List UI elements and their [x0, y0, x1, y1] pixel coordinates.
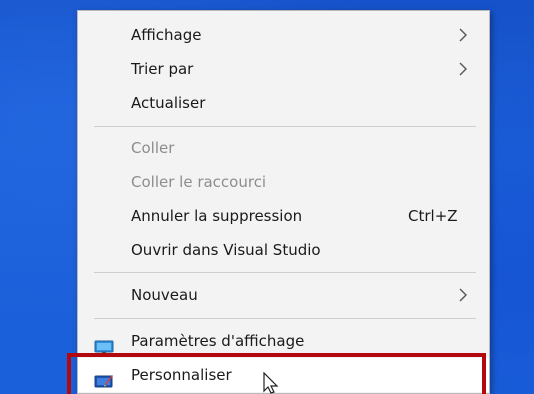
menu-item-label: Actualiser — [131, 94, 206, 112]
menu-item-trier-par[interactable]: Trier par — [78, 52, 489, 86]
menu-item-label: Affichage — [131, 26, 202, 44]
menu-item-label: Ouvrir dans Visual Studio — [131, 241, 321, 259]
chevron-right-icon — [458, 52, 472, 86]
mouse-cursor-icon — [262, 371, 284, 394]
menu-item-nouveau[interactable]: Nouveau — [78, 278, 489, 312]
menu-item-ouvrir-visual-studio[interactable]: Ouvrir dans Visual Studio — [78, 233, 489, 267]
context-menu: Affichage Trier par Actualiser Coller Co… — [77, 10, 490, 394]
menu-item-annuler-suppression[interactable]: Annuler la suppression Ctrl+Z — [78, 199, 489, 233]
menu-item-coller-raccourci[interactable]: Coller le raccourci — [78, 165, 489, 199]
display-settings-icon — [94, 333, 114, 354]
menu-item-coller[interactable]: Coller — [78, 131, 489, 165]
menu-separator — [94, 318, 476, 319]
chevron-right-icon — [458, 278, 472, 312]
menu-item-label: Coller le raccourci — [131, 173, 267, 191]
menu-item-label: Trier par — [131, 60, 194, 78]
menu-item-affichage[interactable]: Affichage — [78, 18, 489, 52]
menu-item-label: Coller — [131, 139, 175, 157]
chevron-right-icon — [458, 18, 472, 52]
menu-item-shortcut: Ctrl+Z — [408, 207, 458, 225]
menu-separator — [94, 272, 476, 273]
menu-separator — [94, 126, 476, 127]
menu-item-label: Annuler la suppression — [131, 207, 303, 225]
menu-item-label: Nouveau — [131, 286, 198, 304]
menu-item-actualiser[interactable]: Actualiser — [78, 86, 489, 120]
